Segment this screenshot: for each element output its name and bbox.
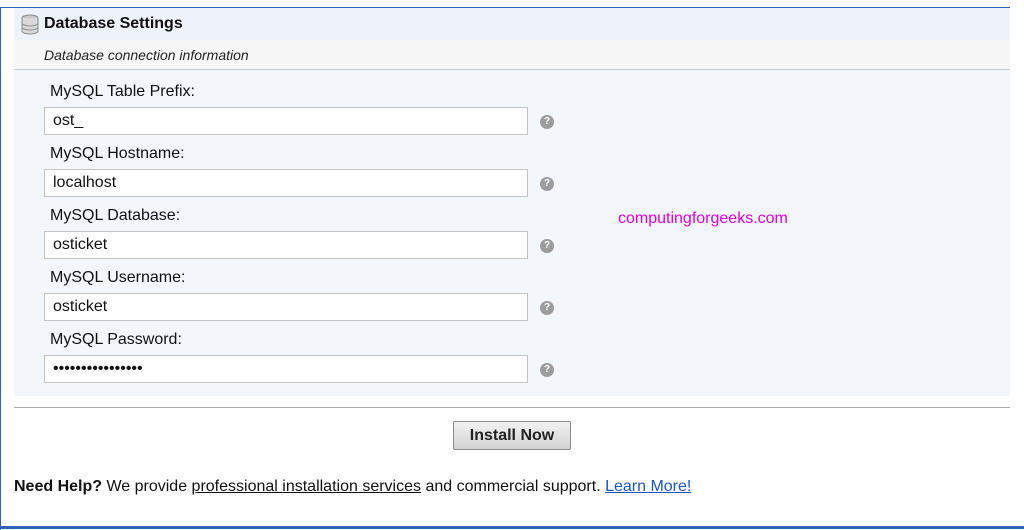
help-text-after: and commercial support. [421,478,606,495]
professional-services-link[interactable]: professional installation services [192,478,421,495]
table-prefix-label: MySQL Table Prefix: [50,83,195,100]
need-help-label: Need Help? [14,478,103,495]
section-header: Database Settings [14,8,1010,40]
section-title: Database Settings [44,15,183,32]
section-subtitle: Database connection information [44,47,249,63]
password-input[interactable] [44,355,528,383]
database-label: MySQL Database: [50,207,181,224]
help-line: Need Help? We provide professional insta… [14,478,691,496]
database-input[interactable] [44,231,528,259]
help-icon[interactable]: ? [540,239,554,253]
help-icon[interactable]: ? [540,301,554,315]
help-icon[interactable]: ? [540,115,554,129]
help-text-before: We provide [102,478,192,495]
install-now-button[interactable]: Install Now [453,421,571,450]
username-label: MySQL Username: [50,269,186,286]
database-icon [21,14,39,35]
password-label: MySQL Password: [50,331,182,348]
username-input[interactable] [44,293,528,321]
frame-left-border [0,7,1,530]
watermark-text: computingforgeeks.com [618,210,788,227]
hostname-input[interactable] [44,169,528,197]
learn-more-link[interactable]: Learn More! [605,478,691,495]
table-prefix-input[interactable] [44,107,528,135]
subtitle-band: Database connection information [14,40,1010,70]
hostname-label: MySQL Hostname: [50,145,185,162]
frame-bottom-border [0,526,1024,529]
divider [14,407,1010,408]
help-icon[interactable]: ? [540,363,554,377]
help-icon[interactable]: ? [540,177,554,191]
